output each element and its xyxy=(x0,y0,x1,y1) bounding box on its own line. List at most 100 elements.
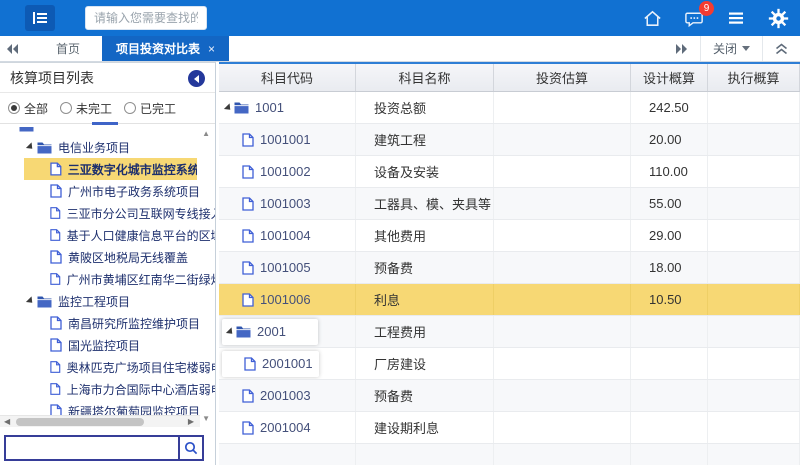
column-header-exec-estimate[interactable]: 执行概算 xyxy=(708,64,800,91)
expand-caret-icon[interactable] xyxy=(224,103,233,112)
tree-file-item[interactable]: 三亚市分公司互联网专线接入服 xyxy=(0,202,215,224)
table-row[interactable]: 1001004其他费用29.00 xyxy=(219,220,800,252)
tree-scroll-down-icon[interactable]: ▼ xyxy=(202,414,210,423)
expand-caret-icon[interactable] xyxy=(226,327,235,336)
menu-list-icon[interactable] xyxy=(724,6,748,30)
table-row[interactable]: 1001005预备费18.00 xyxy=(219,252,800,284)
tree-folder-item[interactable]: 电信业务项目 xyxy=(0,136,215,158)
filter-label: 全部 xyxy=(24,100,48,117)
tree-folder-item[interactable] xyxy=(0,127,215,136)
tab-home[interactable]: 首页 xyxy=(34,36,102,61)
filter-radio-2[interactable]: 已完工 xyxy=(124,100,176,117)
filter-radio-0[interactable]: 全部 xyxy=(8,100,48,117)
close-tabs-dropdown[interactable]: 关闭 xyxy=(700,36,762,61)
tree-folder-item[interactable]: 监控工程项目 xyxy=(0,290,215,312)
tree-file-item[interactable]: 奥林匹克广场项目住宅楼弱电工 xyxy=(0,356,215,378)
table-row[interactable]: 1001投资总额242.50 xyxy=(219,92,800,124)
tabbar-right-tools: 关闭 xyxy=(664,36,800,61)
sidebar-toggle-button[interactable] xyxy=(25,5,55,31)
scroll-tabs-left-icon[interactable] xyxy=(0,36,26,61)
file-icon xyxy=(242,261,254,275)
settings-gear-icon[interactable] xyxy=(766,6,790,30)
cell-subject-code: 1001004 xyxy=(219,220,356,251)
table-row[interactable]: 1001002设备及安装110.00 xyxy=(219,156,800,188)
radio-icon[interactable] xyxy=(124,102,136,114)
file-icon xyxy=(50,228,61,242)
tree-file-item[interactable]: 南昌研究所监控维护项目 xyxy=(0,312,215,334)
hscroll-thumb[interactable] xyxy=(16,418,144,426)
messages-icon[interactable]: 9 xyxy=(682,6,706,30)
splitter[interactable] xyxy=(0,123,215,124)
tree-file-item[interactable]: 黄陂区地税局无线覆盖 xyxy=(0,246,215,268)
tree-file-item[interactable]: 基于人口健康信息平台的区域分 xyxy=(0,224,215,246)
tree-file-item[interactable]: 上海市力合国际中心酒店弱电项 xyxy=(0,378,215,400)
expand-caret-icon[interactable] xyxy=(8,127,17,130)
table-row[interactable]: 2001001厂房建设 xyxy=(219,348,800,380)
collapse-panel-icon[interactable] xyxy=(762,36,800,61)
tree-file-item[interactable]: 广州市黄埔区红南华二街绿灯监 xyxy=(0,268,215,290)
tree-file-item[interactable]: 广州市电子政务系统项目 xyxy=(0,180,215,202)
tab-project-investment-compare[interactable]: 项目投资对比表 × xyxy=(102,36,229,61)
file-icon xyxy=(50,360,61,374)
splitter-grip[interactable] xyxy=(92,122,118,125)
cell-subject-name xyxy=(356,444,494,465)
tree-horizontal-scrollbar[interactable]: ◀ ▶ xyxy=(0,415,200,427)
file-icon xyxy=(50,206,61,220)
code-cell-content: 1001005 xyxy=(219,255,317,281)
cell-design-estimate: 10.50 xyxy=(631,284,708,315)
table-row[interactable]: 1001003工器具、模、夹具等55.00 xyxy=(219,188,800,220)
home-icon[interactable] xyxy=(640,6,664,30)
tree-search xyxy=(4,435,204,461)
subject-code-text: 1001001 xyxy=(260,132,311,147)
scroll-tabs-right-icon[interactable] xyxy=(664,36,700,61)
table-row[interactable] xyxy=(219,444,800,465)
filter-radio-1[interactable]: 未完工 xyxy=(60,100,112,117)
tree-search-button[interactable] xyxy=(178,437,202,459)
cell-subject-code: 1001005 xyxy=(219,252,356,283)
table-row[interactable]: 1001001建筑工程20.00 xyxy=(219,124,800,156)
expand-caret-icon[interactable] xyxy=(26,296,35,305)
table-row[interactable]: 1001006利息10.50 xyxy=(219,284,800,316)
file-icon xyxy=(242,229,254,243)
tree-file-item[interactable]: 国光监控项目 xyxy=(0,334,215,356)
expand-caret-icon[interactable] xyxy=(26,142,35,151)
cell-design-estimate xyxy=(631,348,708,379)
column-header-subject-code[interactable]: 科目代码 xyxy=(219,64,356,91)
column-header-design-estimate[interactable]: 设计概算 xyxy=(631,64,708,91)
hscroll-left-icon[interactable]: ◀ xyxy=(4,417,10,426)
folder-icon xyxy=(234,101,249,114)
tab-close-icon[interactable]: × xyxy=(208,42,215,56)
tree-file-item[interactable]: 三亚数字化城市监控系统 xyxy=(24,158,197,180)
global-search-input[interactable] xyxy=(85,6,207,30)
cell-design-estimate: 29.00 xyxy=(631,220,708,251)
cell-invest-estimate xyxy=(494,348,631,379)
file-icon xyxy=(242,421,254,435)
radio-icon[interactable] xyxy=(8,102,20,114)
cell-invest-estimate xyxy=(494,220,631,251)
cell-subject-name: 预备费 xyxy=(356,252,494,283)
file-icon xyxy=(50,162,62,176)
tree-item-label: 三亚数字化城市监控系统 xyxy=(68,161,197,178)
tree-item-label: 广州市黄埔区红南华二街绿灯监 xyxy=(67,271,215,288)
file-icon xyxy=(50,382,61,396)
hscroll-right-icon[interactable]: ▶ xyxy=(188,417,194,426)
tree-search-input[interactable] xyxy=(6,437,178,459)
cell-subject-name: 厂房建设 xyxy=(356,348,494,379)
filter-label: 已完工 xyxy=(140,100,176,117)
table-row[interactable]: 2001工程费用 xyxy=(219,316,800,348)
column-header-subject-name[interactable]: 科目名称 xyxy=(356,64,494,91)
filter-label: 未完工 xyxy=(76,100,112,117)
radio-icon[interactable] xyxy=(60,102,72,114)
table-row[interactable]: 2001004建设期利息 xyxy=(219,412,800,444)
cell-design-estimate: 242.50 xyxy=(631,92,708,123)
column-header-invest-estimate[interactable]: 投资估算 xyxy=(494,64,631,91)
cell-design-estimate: 110.00 xyxy=(631,156,708,187)
code-cell-content: 1001003 xyxy=(219,191,317,217)
subject-code-text: 1001 xyxy=(255,100,284,115)
tree-item-label: 奥林匹克广场项目住宅楼弱电工 xyxy=(67,359,215,376)
grid-header: 科目代码 科目名称 投资估算 设计概算 执行概算 xyxy=(219,64,800,92)
panel-collapse-button[interactable] xyxy=(188,70,205,87)
tree-item-label: 广州市电子政务系统项目 xyxy=(68,183,200,200)
tree-scroll-up-icon[interactable]: ▲ xyxy=(202,129,210,138)
table-row[interactable]: 2001003预备费 xyxy=(219,380,800,412)
